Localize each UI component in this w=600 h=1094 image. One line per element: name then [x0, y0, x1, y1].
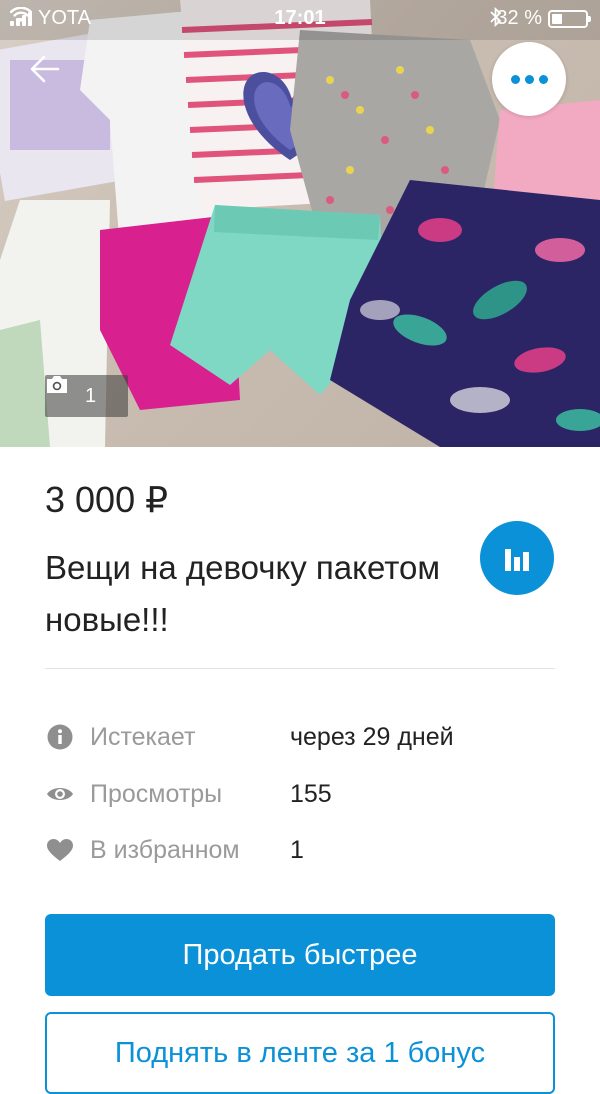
info-row-favorites: В избранном 1 [45, 832, 565, 868]
more-dot [524, 74, 534, 84]
heart-icon [45, 835, 75, 865]
battery-icon [548, 9, 591, 28]
more-dot [538, 74, 548, 84]
more-options-button[interactable] [492, 42, 566, 116]
photo-counter: 1 [45, 375, 128, 417]
photo-count: 1 [85, 384, 97, 407]
info-label: В избранном [90, 835, 240, 864]
info-label: Истекает [90, 722, 196, 751]
listing-title: Вещи на девочку пакетом новые!!! [45, 549, 441, 638]
bar-chart-icon [505, 549, 529, 571]
boost-listing-button[interactable]: Поднять в ленте за 1 бонус [45, 1012, 555, 1094]
divider [45, 668, 555, 669]
status-bar-right: 32 % [490, 7, 591, 30]
arrow-left-icon [30, 55, 60, 83]
sell-faster-button[interactable]: Продать быстрее [45, 914, 555, 996]
more-horizontal-icon [510, 74, 520, 84]
info-row-views: Просмотры 155 [45, 776, 565, 812]
listing-photo[interactable]: YOTA 17:01 32 % 1 [0, 0, 600, 447]
info-value: через 29 дней [290, 722, 454, 751]
eye-icon [45, 779, 75, 809]
statistics-button[interactable] [480, 521, 554, 595]
info-icon [45, 722, 75, 752]
info-label: Просмотры [90, 779, 223, 808]
listing-price: 3 000 ₽ [45, 479, 168, 520]
info-value: 155 [290, 779, 332, 808]
info-row-expires: Истекает через 29 дней [45, 719, 565, 755]
info-value: 1 [290, 835, 304, 864]
battery-percent: 32 % [496, 7, 542, 29]
battery-fill [552, 13, 563, 24]
back-button[interactable] [30, 55, 82, 103]
status-bar: YOTA 17:01 32 % [0, 0, 600, 38]
